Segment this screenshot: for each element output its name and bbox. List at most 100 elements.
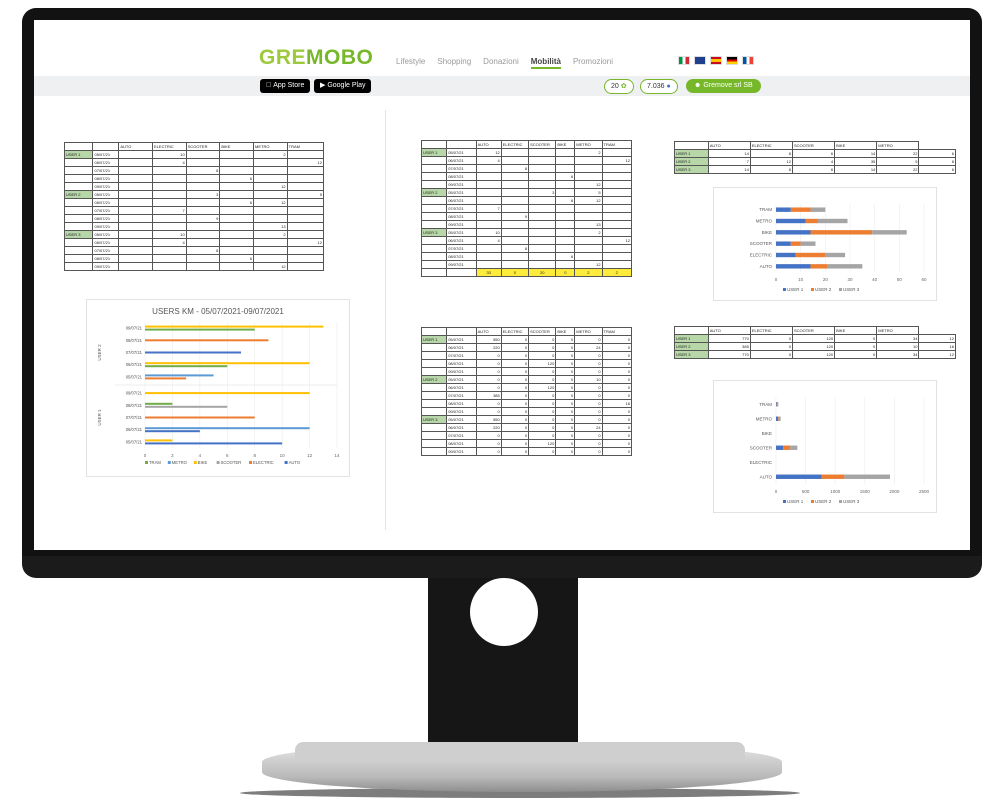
google-play-button[interactable]: ▶ Google Play <box>314 79 372 93</box>
y-tick-label: 09/07/21 <box>126 391 143 396</box>
value-cell: 14 <box>707 165 751 174</box>
bar-segment <box>776 402 778 407</box>
value-cell: 12 <box>574 196 603 205</box>
user-cell: USER 3 <box>674 350 709 359</box>
bar-segment <box>778 416 779 421</box>
user-cell <box>420 204 448 213</box>
flag-france-icon[interactable] <box>742 56 754 65</box>
y-tick-label: TRAM <box>759 402 772 407</box>
user-cell <box>63 182 94 191</box>
value-cell: 0 <box>574 399 603 408</box>
table-row: 07/07/21 8 <box>420 164 633 173</box>
nav-mobilita[interactable]: Mobilità <box>530 57 561 69</box>
app-store-button[interactable]:  App Store <box>260 79 311 93</box>
x-tick-label: 0 <box>775 277 778 282</box>
coins-badge[interactable]: 7.036 ● <box>640 79 678 94</box>
user-cell: USER 1 <box>63 150 94 159</box>
value-cell <box>253 214 288 223</box>
value-cell <box>574 164 603 173</box>
x-tick-label: 60 <box>921 277 927 282</box>
table-row: 09/07/21 12 <box>63 182 325 191</box>
value-cell <box>555 228 576 237</box>
value-cell <box>185 238 221 247</box>
column-header: BIKE <box>219 142 254 151</box>
user-cell <box>63 246 94 255</box>
value-cell <box>475 188 502 197</box>
value-cell <box>555 260 576 269</box>
y-tick-label: 07/07/21 <box>126 350 143 355</box>
nav-donazioni[interactable]: Donazioni <box>483 57 519 69</box>
user-button[interactable]: ☻ Gremove srl SB <box>686 79 761 93</box>
value-cell: 2 <box>253 150 288 159</box>
user-cell <box>420 164 448 173</box>
value-cell: 0 <box>528 431 557 440</box>
legend-label: TRAM <box>149 460 161 465</box>
date-cell: 09/07/21 <box>446 407 477 416</box>
bar-auto <box>145 430 200 433</box>
nav-shopping[interactable]: Shopping <box>437 57 471 69</box>
value-cell: 8 <box>500 164 530 173</box>
value-cell: 24 <box>574 423 603 432</box>
flag-uk-icon[interactable] <box>694 56 706 65</box>
value-cell: 0 <box>601 359 633 368</box>
value-cell <box>118 174 154 183</box>
value-cell <box>286 206 325 215</box>
value-cell: 12 <box>749 157 794 166</box>
table-row: USER 2 05/07/21 3 5 <box>63 190 325 199</box>
value-cell: 0 <box>749 350 794 359</box>
value-cell <box>152 262 187 271</box>
flag-spain-icon[interactable] <box>710 56 722 65</box>
table-row: USER 2 05/07/21 3 5 <box>420 188 633 197</box>
nav-promozioni[interactable]: Promozioni <box>573 57 613 69</box>
user-button-label: Gremove srl SB <box>703 82 753 89</box>
legend-swatch <box>811 288 814 291</box>
value-cell: 3 <box>528 188 557 197</box>
user-cell <box>63 166 94 175</box>
bar-segment <box>810 207 826 212</box>
value-cell <box>152 214 187 223</box>
flag-italy-icon[interactable] <box>678 56 690 65</box>
table-row: USER 3 770 0 120 0 34 12 <box>674 350 956 359</box>
value-cell: 8 <box>918 157 956 166</box>
value-cell <box>555 188 576 197</box>
value-cell: 0 <box>555 447 576 456</box>
value-cell <box>601 260 633 269</box>
value-cell: 550 <box>475 415 502 424</box>
value-cell: 2 <box>574 148 603 157</box>
value-cell <box>253 238 288 247</box>
value-cell: 9 <box>500 212 530 221</box>
date-cell: 06/07/21 <box>446 196 477 205</box>
y-tick-label: BIKE <box>762 431 772 436</box>
column-header: SCOOTER <box>528 327 557 336</box>
table-row: 09/07/21 12 <box>420 260 633 269</box>
points-badge[interactable]: 20 ✿ <box>604 79 634 94</box>
value-cell: 0 <box>601 367 633 376</box>
table-row: USER 1 05/07/21 550 0 0 0 0 0 <box>420 335 633 344</box>
value-cell <box>152 174 187 183</box>
bar-segment <box>817 218 848 224</box>
bar-segment <box>827 264 863 269</box>
user-cell <box>63 158 94 167</box>
value-cell <box>219 150 254 159</box>
value-cell <box>574 212 603 221</box>
value-cell: 24 <box>574 343 603 352</box>
gremobo-logo[interactable]: GREMOBO <box>259 46 373 70</box>
value-cell: 0 <box>528 351 557 360</box>
value-cell: 0 <box>500 351 530 360</box>
bar-segment <box>778 416 781 421</box>
table-row: 08/07/21 6 <box>420 172 633 181</box>
value-cell: 6 <box>918 149 956 158</box>
value-cell: 4 <box>152 158 187 167</box>
date-cell: 08/07/21 <box>92 174 120 183</box>
flag-germany-icon[interactable] <box>726 56 738 65</box>
value-cell: 12 <box>475 148 502 157</box>
value-cell: 5 <box>876 157 920 166</box>
bar-segment <box>810 264 828 269</box>
table-row: 07/07/21 8 <box>63 246 325 255</box>
value-cell <box>574 172 603 181</box>
user-cell: USER 1 <box>420 148 448 157</box>
nav-lifestyle[interactable]: Lifestyle <box>396 57 425 69</box>
total-cell: 0 <box>500 268 530 277</box>
value-cell: 0 <box>500 399 530 408</box>
value-cell: 6 <box>791 149 836 158</box>
